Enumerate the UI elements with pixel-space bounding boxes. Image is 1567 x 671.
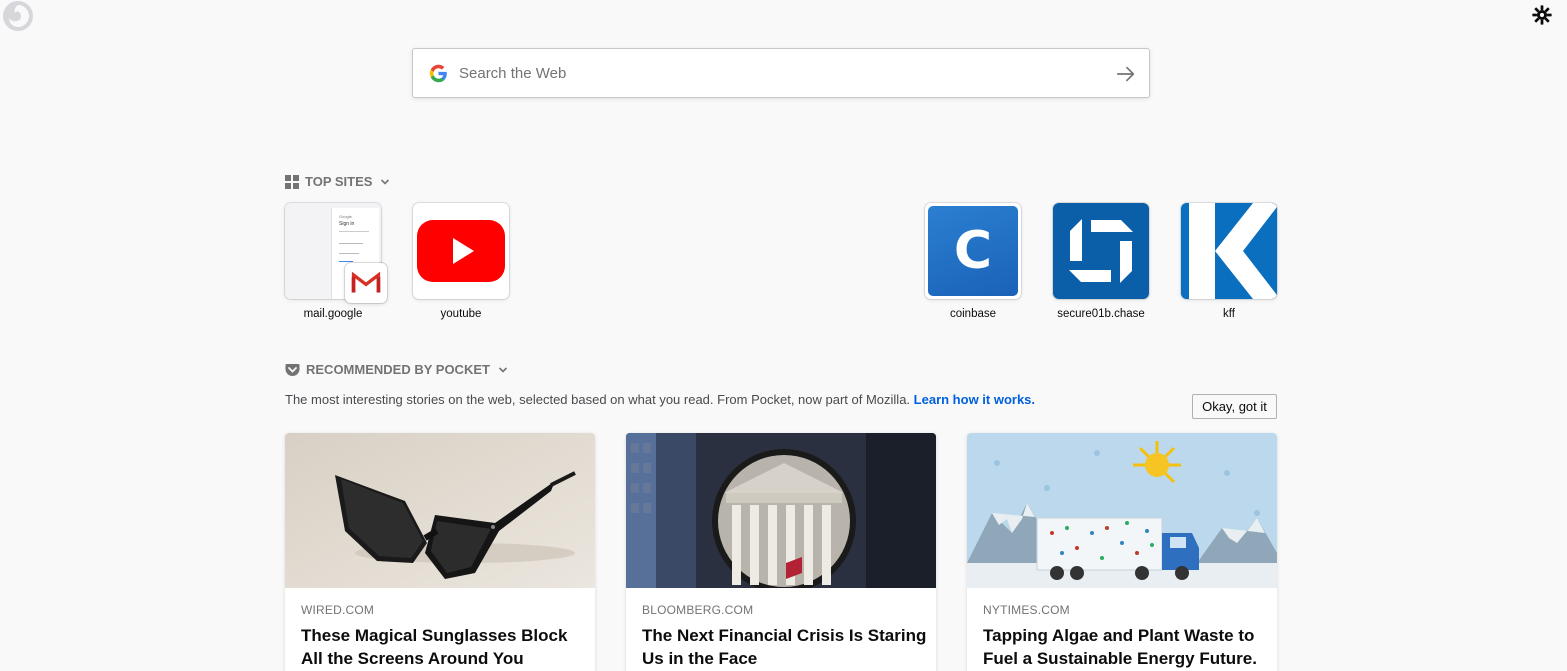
pocket-description-text: The most interesting stories on the web,…	[285, 392, 911, 407]
pocket-header[interactable]: RECOMMENDED BY POCKET	[285, 362, 508, 377]
story-title: The Next Financial Crisis Is Staring Us …	[642, 626, 927, 668]
sunglasses-image	[285, 433, 595, 588]
story-source: WIRED.COM	[301, 603, 375, 617]
stock-exchange-image	[626, 433, 936, 588]
top-sites-header[interactable]: TOP SITES	[285, 174, 390, 189]
okay-got-it-button[interactable]: Okay, got it	[1192, 394, 1277, 419]
gmail-preview-brand: Google	[339, 214, 352, 219]
youtube-icon	[413, 203, 509, 299]
site-label: kff	[1223, 308, 1235, 320]
top-site-kff[interactable]: kff	[1181, 203, 1277, 320]
settings-gear-icon[interactable]	[1531, 4, 1553, 26]
site-label: secure01b.chase	[1057, 308, 1145, 320]
top-sites-title: TOP SITES	[305, 174, 373, 189]
search-box	[412, 48, 1150, 98]
site-label: coinbase	[949, 308, 997, 320]
pocket-icon	[285, 363, 300, 376]
search-input[interactable]	[459, 59, 1099, 87]
story-card-bloomberg[interactable]: BLOOMBERG.COM The Next Financial Crisis …	[626, 433, 936, 671]
top-site-youtube[interactable]: youtube	[413, 203, 509, 320]
chevron-down-icon	[498, 366, 508, 373]
google-icon	[429, 64, 447, 83]
site-label: mail.google	[303, 308, 363, 320]
site-label: youtube	[440, 308, 482, 320]
gmail-icon	[345, 263, 387, 303]
coinbase-letter: C	[953, 221, 993, 281]
firefox-logo-icon	[3, 1, 33, 31]
top-site-mail-google[interactable]: Google Sign in mail.google	[285, 203, 387, 320]
grid-icon	[285, 174, 299, 189]
top-site-coinbase[interactable]: C coinbase	[925, 203, 1021, 320]
chevron-down-icon	[381, 178, 390, 185]
pocket-description: The most interesting stories on the web,…	[285, 392, 1035, 407]
pocket-title: RECOMMENDED BY POCKET	[306, 362, 490, 377]
story-card-nytimes[interactable]: NYTIMES.COM Tapping Algae and Plant Wast…	[967, 433, 1277, 671]
new-tab-page: TOP SITES Google Sign in mail.google	[0, 0, 1567, 671]
learn-how-it-works-link[interactable]: Learn how it works.	[914, 392, 1035, 407]
kff-icon	[1181, 203, 1277, 299]
story-card-wired[interactable]: WIRED.COM These Magical Sunglasses Block…	[285, 433, 595, 671]
story-title: Tapping Algae and Plant Waste to Fuel a …	[983, 626, 1257, 668]
story-source: BLOOMBERG.COM	[642, 603, 754, 617]
story-source: NYTIMES.COM	[983, 603, 1070, 617]
arrow-right-icon[interactable]	[1115, 63, 1137, 85]
algae-truck-image	[967, 433, 1277, 588]
story-title: These Magical Sunglasses Block All the S…	[301, 626, 568, 668]
coinbase-icon: C	[925, 203, 1021, 299]
gmail-preview-heading: Sign in	[339, 221, 355, 227]
chase-icon	[1053, 203, 1149, 299]
top-site-chase[interactable]: secure01b.chase	[1053, 203, 1149, 320]
